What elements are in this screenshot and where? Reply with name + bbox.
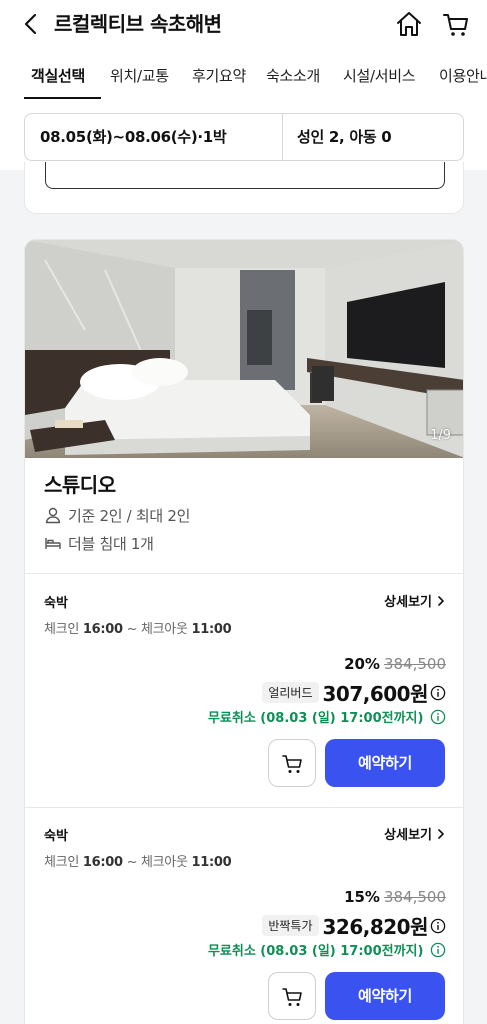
chevron-right-icon <box>438 829 444 839</box>
tab-reviews[interactable]: 후기요약 <box>192 66 246 86</box>
date-range-selector[interactable]: 08.05(화)~08.06(수)·1박 <box>40 127 227 147</box>
discount-percent: 15% <box>344 888 380 906</box>
cart-button[interactable] <box>441 9 471 39</box>
search-divider <box>282 114 283 160</box>
reserve-button[interactable]: 예약하기 <box>325 972 445 1020</box>
add-to-cart-button[interactable] <box>268 739 316 787</box>
checkin-label: 체크인 <box>44 855 79 870</box>
page-title: 르컬렉티브 속초해변 <box>54 12 222 36</box>
previous-card <box>24 162 464 214</box>
tab-facilities[interactable]: 시설/서비스 <box>343 66 416 86</box>
rate-option: 숙박 상세보기 체크인 16:00 ~ 체크아웃 11:00 20% 384,50… <box>25 574 463 807</box>
info-icon[interactable] <box>430 709 446 725</box>
room-bed: 더블 침대 1개 <box>44 534 154 554</box>
home-icon <box>397 12 421 36</box>
checkout-label: ~ 체크아웃 <box>126 622 188 637</box>
info-icon[interactable] <box>430 942 446 958</box>
photo-counter: 1/9 <box>430 428 451 443</box>
original-price: 384,500 <box>383 888 446 906</box>
original-price: 384,500 <box>383 655 446 673</box>
previous-card-button-edge[interactable] <box>45 162 445 189</box>
tab-room-select[interactable]: 객실선택 <box>31 66 85 86</box>
room-name: 스튜디오 <box>44 473 116 497</box>
info-icon[interactable] <box>430 685 446 701</box>
tab-property-intro[interactable]: 숙소소개 <box>266 66 320 86</box>
price-row: 얼리버드 307,600원 <box>262 678 446 706</box>
add-to-cart-button[interactable] <box>268 972 316 1020</box>
sale-price: 307,600원 <box>322 682 429 706</box>
cart-icon <box>282 988 302 1006</box>
tab-location[interactable]: 위치/교통 <box>110 66 169 86</box>
guest-selector[interactable]: 성인 2, 아동 0 <box>297 127 392 147</box>
room-photo-image <box>25 240 463 458</box>
promo-badge: 반짝특가 <box>262 915 319 936</box>
person-icon <box>45 507 61 524</box>
info-icon[interactable] <box>430 918 446 934</box>
detail-link[interactable]: 상세보기 <box>384 827 446 845</box>
discount-percent: 20% <box>344 655 380 673</box>
cart-icon <box>443 14 468 36</box>
free-cancel-notice: 무료취소 (08.03 (일) 17:00전까지) <box>208 709 446 728</box>
free-cancel-text: 무료취소 (08.03 (일) 17:00전까지) <box>207 944 424 959</box>
detail-link-label: 상세보기 <box>384 595 432 610</box>
tab-usage-info[interactable]: 이용안내 <box>439 66 487 86</box>
detail-link[interactable]: 상세보기 <box>384 594 446 612</box>
reserve-button[interactable]: 예약하기 <box>325 739 445 787</box>
room-bed-text: 더블 침대 1개 <box>68 535 154 553</box>
home-button[interactable] <box>394 9 424 39</box>
search-summary: 08.05(화)~08.06(수)·1박 성인 2, 아동 0 <box>24 113 464 161</box>
checkin-time: 16:00 <box>82 622 123 637</box>
free-cancel-notice: 무료취소 (08.03 (일) 17:00전까지) <box>208 942 446 961</box>
rate-type: 숙박 <box>44 596 68 611</box>
tab-bar: 객실선택 위치/교통 후기요약 숙소소개 시설/서비스 이용안내 <box>0 50 487 100</box>
room-capacity: 기준 2인 / 최대 2인 <box>44 506 190 526</box>
active-tab-indicator <box>24 97 101 99</box>
detail-link-label: 상세보기 <box>384 828 432 843</box>
back-button[interactable] <box>18 10 46 38</box>
checkin-time: 16:00 <box>82 855 123 870</box>
discount-row: 15% 384,500 <box>344 887 446 907</box>
room-capacity-text: 기준 2인 / 최대 2인 <box>68 507 191 525</box>
discount-row: 20% 384,500 <box>344 654 446 674</box>
room-photo[interactable]: 1/9 <box>25 240 463 458</box>
checkout-label: ~ 체크아웃 <box>126 855 188 870</box>
sale-price: 326,820원 <box>322 915 429 939</box>
free-cancel-text: 무료취소 (08.03 (일) 17:00전까지) <box>207 711 424 726</box>
cart-icon <box>282 755 302 773</box>
chevron-left-icon <box>24 13 37 35</box>
checkin-checkout: 체크인 16:00 ~ 체크아웃 11:00 <box>44 854 232 872</box>
bed-icon <box>45 538 61 549</box>
app-header: 르컬렉티브 속초해변 <box>0 0 487 50</box>
promo-badge: 얼리버드 <box>262 682 319 703</box>
checkout-time: 11:00 <box>191 622 232 637</box>
price-row: 반짝특가 326,820원 <box>262 911 446 939</box>
checkin-checkout: 체크인 16:00 ~ 체크아웃 11:00 <box>44 621 232 639</box>
rate-type: 숙박 <box>44 829 68 844</box>
checkout-time: 11:00 <box>191 855 232 870</box>
rate-option: 숙박 상세보기 체크인 16:00 ~ 체크아웃 11:00 15% 384,50… <box>25 807 463 1024</box>
room-card: 1/9 스튜디오 기준 2인 / 최대 2인 더블 침대 1개 숙박 상세보기 … <box>24 239 464 1024</box>
checkin-label: 체크인 <box>44 622 79 637</box>
chevron-right-icon <box>438 596 444 606</box>
